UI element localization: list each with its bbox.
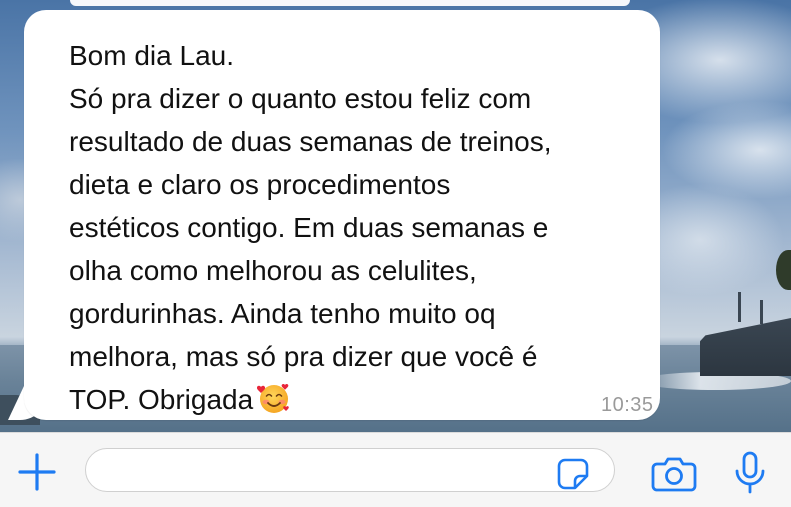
microphone-icon xyxy=(735,451,765,494)
incoming-message-bubble[interactable]: Bom dia Lau. Só pra dizer o quanto estou… xyxy=(24,10,660,420)
wallpaper-lamp-post xyxy=(738,292,741,322)
message-text-block: Bom dia Lau. Só pra dizer o quanto estou… xyxy=(69,34,669,421)
chat-screen: Bom dia Lau. Só pra dizer o quanto estou… xyxy=(0,0,791,507)
message-text: Bom dia Lau. Só pra dizer o quanto estou… xyxy=(69,40,552,415)
add-attachment-button[interactable] xyxy=(14,449,60,495)
wallpaper-lamp-post xyxy=(760,300,763,324)
wallpaper-pier xyxy=(700,318,791,376)
wallpaper-tree xyxy=(776,250,791,290)
message-input[interactable] xyxy=(85,448,615,492)
plus-icon xyxy=(18,453,56,491)
sticker-button[interactable] xyxy=(553,454,593,494)
sticker-icon xyxy=(557,458,589,490)
camera-icon xyxy=(651,457,697,492)
previous-message-bubble-edge xyxy=(70,0,630,6)
camera-button[interactable] xyxy=(650,452,698,496)
message-input-toolbar xyxy=(0,432,791,507)
message-timestamp: 10:35 xyxy=(601,394,654,416)
smiling-face-with-hearts-icon xyxy=(257,381,291,415)
voice-message-button[interactable] xyxy=(728,448,772,498)
